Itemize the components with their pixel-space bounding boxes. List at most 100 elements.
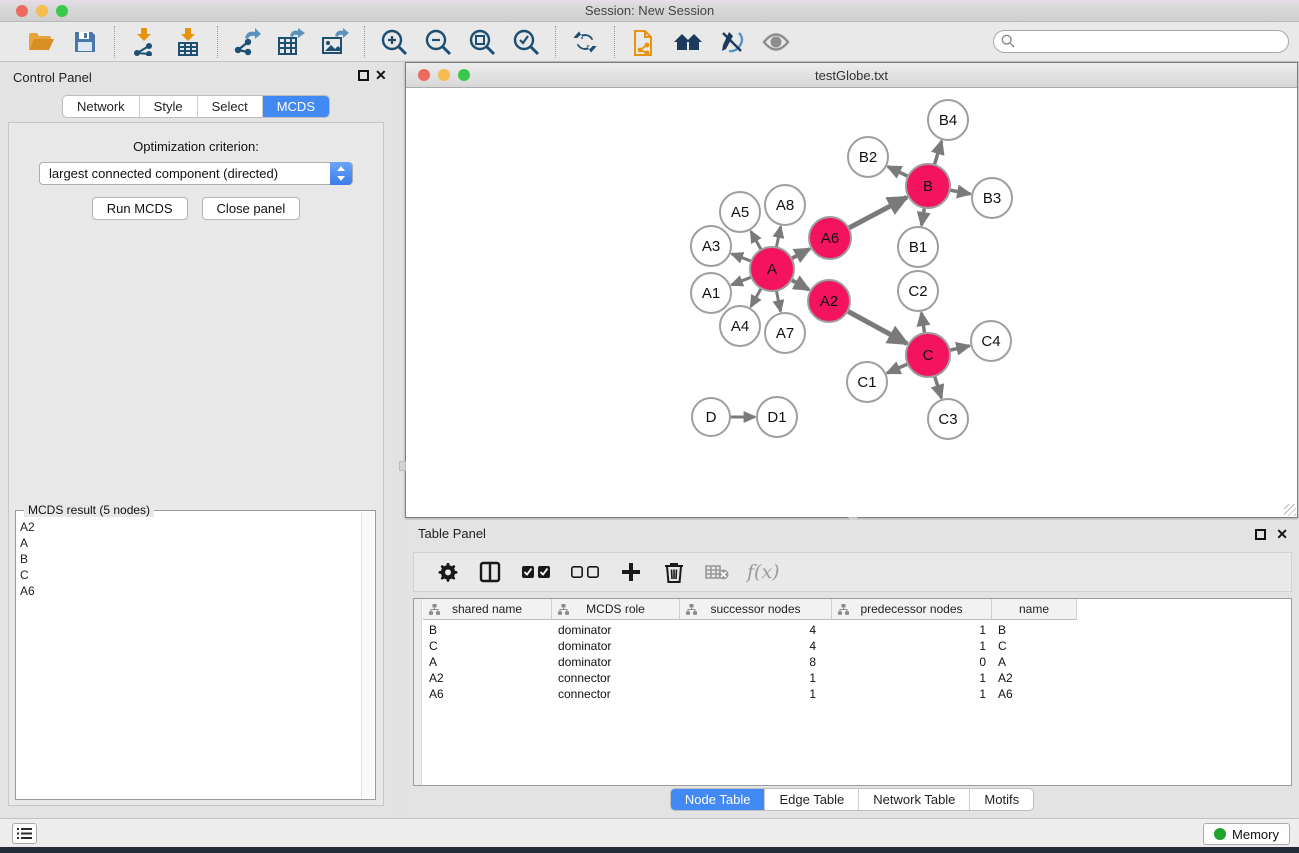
refresh-icon[interactable] (570, 27, 600, 57)
resize-grip[interactable] (1284, 504, 1296, 516)
cell-shared-name[interactable]: A2 (423, 670, 552, 686)
cell-MCDS-role[interactable]: connector (552, 670, 680, 686)
cell-shared-name[interactable]: A6 (423, 686, 552, 702)
node-B4[interactable]: B4 (928, 100, 968, 140)
node-A3[interactable]: A3 (691, 226, 731, 266)
criterion-select[interactable]: largest connected component (directed) (39, 162, 353, 185)
export-table-icon[interactable] (276, 27, 306, 57)
cybrowser-home-icon[interactable] (673, 27, 703, 57)
memory-button[interactable]: Memory (1203, 823, 1290, 845)
canvas-vscroll-thumb[interactable] (399, 461, 406, 471)
function-builder-icon[interactable]: f(x) (747, 559, 780, 585)
cell-name[interactable]: A (992, 654, 1077, 670)
column-header-predecessor-nodes[interactable]: predecessor nodes (832, 599, 992, 620)
result-item[interactable]: B (20, 551, 359, 567)
open-session-icon[interactable] (26, 27, 56, 57)
zoom-out-icon[interactable] (423, 27, 453, 57)
run-mcds-button[interactable]: Run MCDS (92, 197, 188, 220)
table-row[interactable]: Bdominator41B (423, 622, 1291, 638)
cell-predecessor-nodes[interactable]: 1 (832, 670, 992, 686)
result-item[interactable]: A (20, 535, 359, 551)
tab-network-table[interactable]: Network Table (858, 789, 969, 810)
cell-predecessor-nodes[interactable]: 1 (832, 638, 992, 654)
export-image-icon[interactable] (320, 27, 350, 57)
tab-node-table[interactable]: Node Table (671, 789, 765, 810)
gear-icon[interactable] (434, 559, 460, 585)
cell-successor-nodes[interactable]: 1 (680, 686, 832, 702)
table-float-icon[interactable] (1255, 529, 1266, 540)
node-A2[interactable]: A2 (808, 280, 850, 322)
float-panel-icon[interactable] (358, 70, 369, 81)
result-item[interactable]: A2 (20, 519, 359, 535)
task-history-button[interactable] (12, 823, 37, 844)
column-header-name[interactable]: name (992, 599, 1077, 620)
result-scrollbar[interactable] (361, 512, 374, 798)
cell-MCDS-role[interactable]: dominator (552, 622, 680, 638)
cell-name[interactable]: C (992, 638, 1077, 654)
column-header-successor-nodes[interactable]: successor nodes (680, 599, 832, 620)
search-input[interactable] (993, 30, 1289, 53)
node-A[interactable]: A (750, 247, 794, 291)
tab-style[interactable]: Style (139, 96, 197, 117)
cell-successor-nodes[interactable]: 4 (680, 638, 832, 654)
tab-motifs[interactable]: Motifs (969, 789, 1033, 810)
node-C3[interactable]: C3 (928, 399, 968, 439)
delete-column-icon[interactable] (661, 559, 687, 585)
delete-table-icon[interactable] (704, 559, 730, 585)
tab-mcds[interactable]: MCDS (262, 96, 329, 117)
tab-select[interactable]: Select (197, 96, 262, 117)
cell-name[interactable]: B (992, 622, 1077, 638)
result-item[interactable]: A6 (20, 583, 359, 599)
node-B3[interactable]: B3 (972, 178, 1012, 218)
network-canvas[interactable]: B4B2BB3A8A5A6A3B1AA1C2A2A4A7C4CC1DD1C3 (406, 88, 1297, 517)
node-B1[interactable]: B1 (898, 227, 938, 267)
cell-name[interactable]: A6 (992, 686, 1077, 702)
export-network-icon[interactable] (232, 27, 262, 57)
close-panel-icon[interactable]: ✕ (375, 67, 387, 84)
node-A8[interactable]: A8 (765, 185, 805, 225)
import-network-icon[interactable] (129, 27, 159, 57)
zoom-in-icon[interactable] (379, 27, 409, 57)
cell-successor-nodes[interactable]: 8 (680, 654, 832, 670)
cell-MCDS-role[interactable]: connector (552, 686, 680, 702)
close-panel-button[interactable]: Close panel (202, 197, 301, 220)
select-all-checkboxes-icon[interactable] (520, 559, 552, 585)
node-C2[interactable]: C2 (898, 271, 938, 311)
column-header-MCDS-role[interactable]: MCDS role (552, 599, 680, 620)
zoom-fit-icon[interactable] (467, 27, 497, 57)
show-graphics-details-icon[interactable] (761, 27, 791, 57)
node-A5[interactable]: A5 (720, 192, 760, 232)
select-stepper-icon[interactable] (330, 162, 352, 185)
network-window-titlebar[interactable]: testGlobe.txt (406, 63, 1297, 88)
cell-shared-name[interactable]: B (423, 622, 552, 638)
node-A4[interactable]: A4 (720, 306, 760, 346)
node-A6[interactable]: A6 (809, 217, 851, 259)
result-item[interactable]: C (20, 567, 359, 583)
table-row[interactable]: A2connector11A2 (423, 670, 1291, 686)
hide-annotations-icon[interactable] (717, 27, 747, 57)
import-table-icon[interactable] (173, 27, 203, 57)
node-C[interactable]: C (906, 333, 950, 377)
column-header-shared-name[interactable]: shared name (423, 599, 552, 620)
deselect-all-checkboxes-icon[interactable] (569, 559, 601, 585)
cell-MCDS-role[interactable]: dominator (552, 638, 680, 654)
cell-predecessor-nodes[interactable]: 1 (832, 622, 992, 638)
node-C4[interactable]: C4 (971, 321, 1011, 361)
node-A1[interactable]: A1 (691, 273, 731, 313)
cell-successor-nodes[interactable]: 4 (680, 622, 832, 638)
node-B[interactable]: B (906, 164, 950, 208)
node-B2[interactable]: B2 (848, 137, 888, 177)
cell-predecessor-nodes[interactable]: 0 (832, 654, 992, 670)
node-C1[interactable]: C1 (847, 362, 887, 402)
cell-shared-name[interactable]: A (423, 654, 552, 670)
table-row[interactable]: Adominator80A (423, 654, 1291, 670)
cell-shared-name[interactable]: C (423, 638, 552, 654)
table-close-icon[interactable]: ✕ (1276, 526, 1288, 543)
cell-successor-nodes[interactable]: 1 (680, 670, 832, 686)
node-D1[interactable]: D1 (757, 397, 797, 437)
cell-name[interactable]: A2 (992, 670, 1077, 686)
node-A7[interactable]: A7 (765, 313, 805, 353)
save-session-icon[interactable] (70, 27, 100, 57)
table-row[interactable]: A6connector11A6 (423, 686, 1291, 702)
tab-edge-table[interactable]: Edge Table (764, 789, 858, 810)
